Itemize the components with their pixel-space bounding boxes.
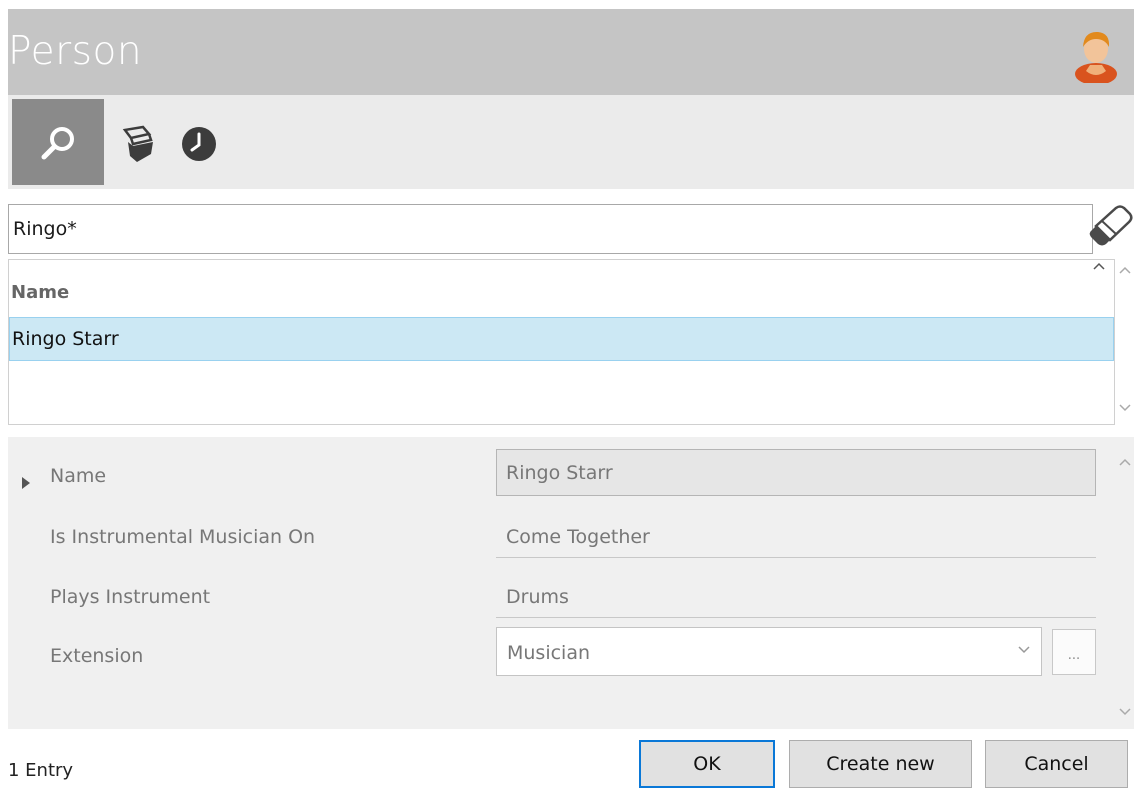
entry-count: 1 Entry: [8, 760, 74, 781]
plays-instrument-label: Plays Instrument: [50, 586, 211, 608]
history-tab-button[interactable]: [171, 99, 227, 185]
table-row[interactable]: Ringo Starr: [9, 317, 1114, 361]
instrumental-musician-label: Is Instrumental Musician On: [50, 526, 316, 548]
name-label: Name: [50, 465, 107, 487]
sort-ascending-icon: [1093, 262, 1105, 270]
extension-label: Extension: [50, 645, 144, 667]
details-scrollbar[interactable]: [1115, 437, 1134, 729]
dialog-header: Person: [8, 9, 1134, 95]
open-box-tab-button[interactable]: [113, 99, 167, 185]
chevron-down-icon: [1018, 646, 1030, 654]
field-underline: [496, 557, 1096, 558]
results-scrollbar[interactable]: [1115, 259, 1134, 425]
extension-dropdown[interactable]: Musician: [496, 627, 1042, 676]
results-list[interactable]: Name Ringo Starr: [8, 259, 1115, 425]
scroll-down-icon[interactable]: [1118, 707, 1132, 717]
details-panel: Name Ringo Starr Is Instrumental Musicia…: [8, 437, 1115, 729]
extension-selected-value: Musician: [507, 642, 591, 664]
person-avatar-icon: [1075, 31, 1117, 83]
scroll-down-icon[interactable]: [1118, 403, 1132, 413]
search-icon: [41, 127, 74, 160]
eraser-icon[interactable]: [1088, 204, 1134, 248]
toolbar: [8, 95, 1134, 189]
open-box-icon: [122, 125, 153, 162]
search-tab-button[interactable]: [12, 99, 104, 185]
extension-browse-button[interactable]: ...: [1052, 629, 1096, 675]
row-name-cell: Ringo Starr: [12, 328, 119, 350]
clock-icon: [182, 127, 216, 161]
expand-arrow-icon[interactable]: [22, 477, 30, 489]
name-column-header[interactable]: Name: [11, 282, 69, 303]
plays-instrument-value[interactable]: Drums: [506, 586, 569, 608]
instrumental-musician-value[interactable]: Come Together: [506, 526, 650, 548]
scroll-up-icon[interactable]: [1118, 265, 1132, 275]
search-box[interactable]: [8, 204, 1093, 254]
name-value: Ringo Starr: [506, 462, 613, 484]
dialog-title: Person: [8, 29, 143, 74]
search-input[interactable]: [13, 215, 1073, 243]
field-underline: [496, 617, 1096, 618]
scroll-up-icon[interactable]: [1118, 457, 1132, 467]
